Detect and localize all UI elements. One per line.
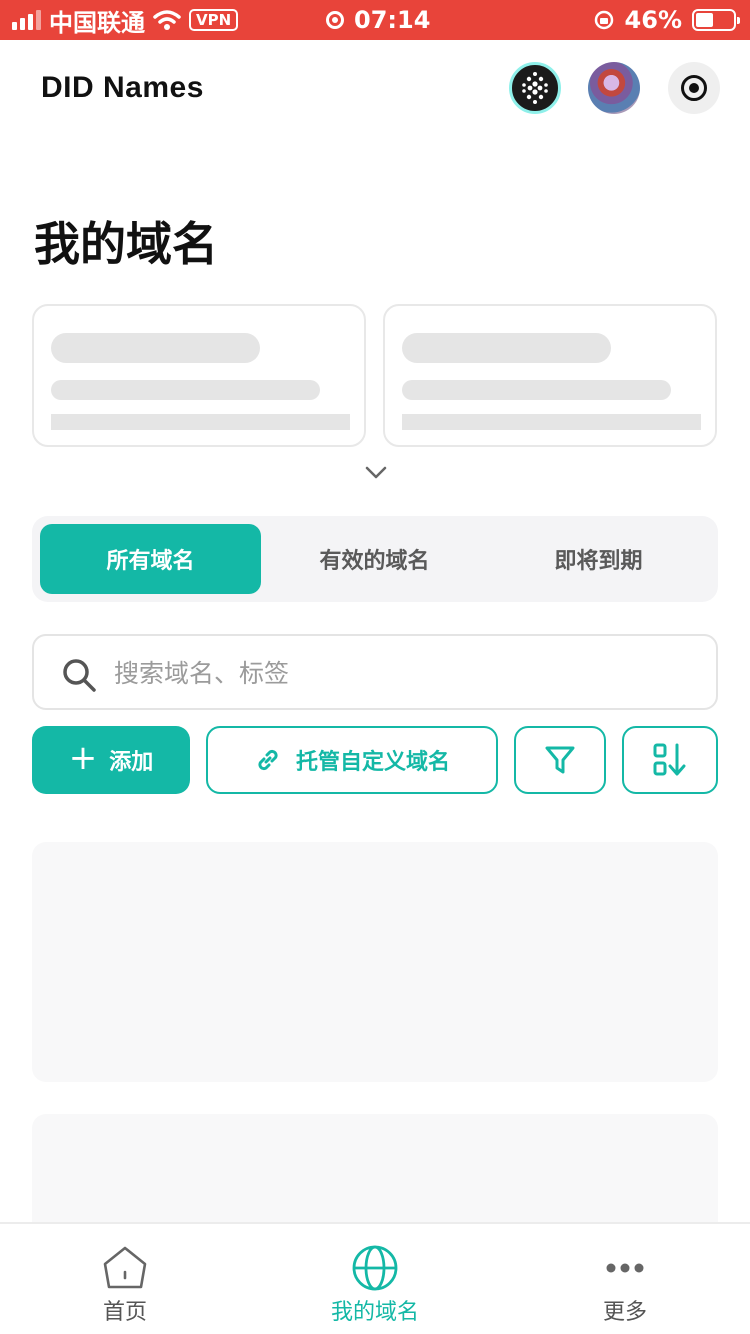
filter-button[interactable] [514,726,606,794]
skeleton-line [51,380,320,400]
carrier-label: 中国联通 [49,8,145,37]
sort-icon [653,743,686,776]
domain-filter-tabs: 所有域名 有效的域名 即将到期 [32,516,718,602]
chevron-down-icon[interactable] [364,463,388,483]
bottom-nav: 首页 我的域名 更多 [0,1222,750,1334]
summary-card-loading [383,304,717,447]
battery-fill [696,13,713,27]
skeleton-line [51,414,350,430]
rotation-lock-icon [594,10,613,30]
record-button[interactable] [668,62,720,114]
clock: 07:14 [354,6,431,34]
domain-list-item-loading [32,842,718,1082]
status-right: 46% [593,0,740,40]
add-domain-button[interactable]: + 添加 [32,726,190,794]
target-icon [681,75,707,101]
skeleton-line [402,380,671,400]
wifi-icon [153,10,181,30]
app-header: DID Names [0,40,750,140]
page-title: 我的域名 [34,217,218,271]
search-box [32,634,718,710]
tab-valid-domains[interactable]: 有效的域名 [264,524,485,594]
search-input[interactable] [114,650,694,696]
add-label: 添加 [109,750,154,775]
plus-icon: + [68,738,98,778]
search-icon [63,659,96,692]
link-icon [258,749,278,771]
summary-card-loading [32,304,366,447]
skeleton-line [402,333,611,363]
skeleton-line [51,333,260,363]
signal-icon [12,10,41,30]
home-icon [103,1246,147,1289]
tab-all-domains[interactable]: 所有域名 [40,524,261,594]
recording-icon [326,11,344,29]
nav-item-more[interactable]: 更多 [525,1224,725,1334]
battery-icon [692,9,740,31]
nav-item-home[interactable]: 首页 [25,1224,225,1334]
tab-expiring-soon[interactable]: 即将到期 [488,524,709,594]
nav-label-home: 首页 [102,1300,147,1325]
status-center: 07:14 [326,0,430,40]
filter-icon [545,746,575,774]
app-title: DID Names [41,71,204,104]
vpn-badge: VPN [189,9,239,31]
skeleton-line [402,414,701,430]
nav-label-my-domains: 我的域名 [330,1300,419,1325]
status-left: 中国联通 VPN [12,0,239,40]
more-icon [606,1263,644,1273]
nav-item-my-domains[interactable]: 我的域名 [275,1224,475,1334]
globe-icon [352,1245,398,1291]
user-avatar[interactable] [588,62,640,114]
battery-percent: 46% [624,6,682,34]
status-bar: 中国联通 VPN 07:14 46% [0,0,750,40]
host-custom-domain-button[interactable]: 托管自定义域名 [206,726,498,794]
host-label: 托管自定义域名 [295,750,450,775]
nav-label-more: 更多 [602,1300,647,1325]
sort-button[interactable] [622,726,718,794]
network-logo-icon [522,72,548,104]
network-button[interactable] [509,62,561,114]
